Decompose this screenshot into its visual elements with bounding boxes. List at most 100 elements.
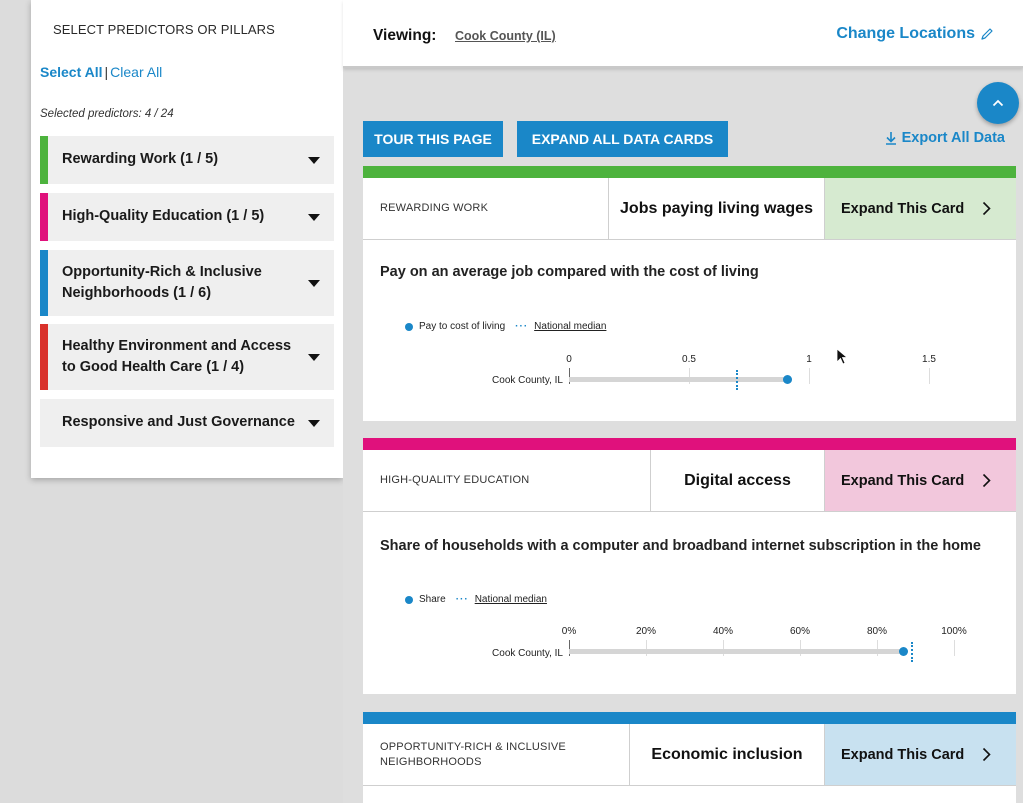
pillar-label: Healthy Environment and Access to Good H… [62, 337, 292, 375]
caret-down-icon[interactable] [308, 353, 320, 361]
predictor-sidebar: SELECT PREDICTORS OR PILLARS Select All |… [31, 0, 343, 478]
download-icon [885, 132, 896, 145]
legend-dot-icon [405, 595, 413, 604]
chevron-right-icon [983, 473, 991, 488]
viewing-location-link[interactable]: Cook County (IL) [455, 29, 556, 43]
pillar-high-quality-education[interactable]: High-Quality Education (1 / 5) [40, 193, 334, 241]
legend-value-label: Pay to cost of living [419, 321, 506, 332]
pillar-label: Responsive and Just Governance [62, 414, 295, 431]
chart-area: 0% 20% 40% 60% 80% 100% [562, 626, 967, 666]
card-header: HIGH-QUALITY EDUCATION Digital access Ex… [363, 450, 1016, 512]
expand-card-label: Expand This Card [841, 200, 965, 217]
caret-down-icon[interactable] [308, 213, 320, 221]
sidebar-title: SELECT PREDICTORS OR PILLARS [53, 22, 275, 37]
card-pillar-line1: OPPORTUNITY-RICH & INCLUSIVE [380, 740, 566, 753]
card-stripe [363, 712, 1016, 724]
expand-card-label: Expand This Card [841, 472, 965, 489]
caret-down-icon[interactable] [308, 156, 320, 164]
axis-tick-label: 1.5 [922, 354, 936, 365]
card-stripe [363, 438, 1016, 450]
pillar-label: High-Quality Education (1 / 5) [62, 208, 265, 225]
pillar-label: Rewarding Work (1 / 5) [62, 151, 219, 168]
chart-title: Pay on an average job compared with the … [380, 264, 759, 280]
tour-page-button[interactable]: TOUR THIS PAGE [363, 121, 503, 157]
value-point[interactable] [899, 647, 909, 656]
data-card-high-quality-education: HIGH-QUALITY EDUCATION Digital access Ex… [363, 438, 1016, 694]
data-card-rewarding-work: REWARDING WORK Jobs paying living wages … [363, 166, 1016, 421]
pillar-color-bar [40, 250, 48, 316]
legend-value-label: Share [419, 594, 446, 605]
national-median-marker[interactable] [736, 370, 738, 390]
axis-tick-label: 0 [566, 354, 572, 365]
card-pillar-name: OPPORTUNITY-RICH & INCLUSIVE NEIGHBORHOO… [363, 724, 630, 785]
select-all-link[interactable]: Select All [40, 64, 103, 80]
export-label: Export All Data [901, 130, 1005, 146]
axis-tick-label: 60% [789, 626, 811, 637]
legend-dash-icon: ··· [515, 321, 529, 332]
card-header: REWARDING WORK Jobs paying living wages … [363, 178, 1016, 240]
mouse-cursor-icon [836, 348, 848, 365]
pillar-color-bar [40, 136, 48, 184]
axis-tick-label: 0% [561, 626, 577, 637]
legend-median-label: National median [474, 594, 547, 605]
expand-all-cards-button[interactable]: EXPAND ALL DATA CARDS [517, 121, 728, 157]
card-indicator-name: Jobs paying living wages [609, 178, 825, 239]
pillar-color-bar [40, 193, 48, 241]
expand-card-button[interactable]: Expand This Card [825, 450, 1016, 511]
axis-tick-label: 100% [941, 626, 967, 637]
card-pillar-line2: NEIGHBORHOODS [380, 755, 482, 768]
axis-tick-label: 40% [712, 626, 734, 637]
select-links: Select All | Clear All [40, 64, 162, 80]
selected-predictors-count: Selected predictors: 4 / 24 [40, 108, 174, 120]
pillar-label: Opportunity-Rich & Inclusive Neighborhoo… [62, 263, 262, 301]
card-pillar-name: HIGH-QUALITY EDUCATION [363, 450, 651, 511]
pillar-color-bar [40, 324, 48, 390]
national-median-marker[interactable] [910, 642, 913, 662]
value-point[interactable] [782, 375, 792, 384]
expand-card-button[interactable]: Expand This Card [825, 178, 1016, 239]
scroll-to-top-button[interactable] [977, 82, 1019, 124]
chart-row-label: Cook County, IL [492, 375, 563, 386]
legend-dot-icon [405, 322, 413, 331]
axis-gridline [809, 368, 810, 384]
axis-gridline [954, 640, 955, 656]
card-indicator-name: Digital access [651, 450, 825, 511]
legend-median-label: National median [534, 321, 607, 332]
clear-all-link[interactable]: Clear All [110, 64, 162, 80]
data-card-opportunity-rich-neighborhoods: OPPORTUNITY-RICH & INCLUSIVE NEIGHBORHOO… [363, 712, 1016, 803]
viewing-label: Viewing: [373, 27, 437, 44]
card-indicator-name: Economic inclusion [630, 724, 825, 785]
value-bar [569, 649, 904, 654]
chart-legend: Share ··· National median [405, 594, 547, 605]
chevron-right-icon [983, 201, 991, 216]
chart-legend: Pay to cost of living ··· National media… [405, 321, 606, 332]
legend-dash-icon: ··· [455, 594, 469, 605]
card-header: OPPORTUNITY-RICH & INCLUSIVE NEIGHBORHOO… [363, 724, 1016, 786]
axis-gridline [929, 368, 930, 384]
pillar-opportunity-rich-neighborhoods[interactable]: Opportunity-Rich & Inclusive Neighborhoo… [40, 250, 334, 316]
pillar-responsive-governance[interactable]: Responsive and Just Governance [40, 399, 334, 447]
change-locations-link[interactable]: Change Locations [836, 25, 994, 43]
pillar-healthy-environment[interactable]: Healthy Environment and Access to Good H… [40, 324, 334, 390]
card-stripe [363, 166, 1016, 178]
chevron-up-icon [992, 99, 1004, 107]
export-all-data-link[interactable]: Export All Data [885, 130, 1005, 146]
chevron-right-icon [983, 747, 991, 762]
chart-title: Share of households with a computer and … [380, 538, 981, 554]
change-locations-label: Change Locations [836, 25, 975, 42]
axis-tick-label: 1 [806, 354, 812, 365]
axis-tick-label: 80% [866, 626, 888, 637]
link-separator: | [104, 64, 109, 80]
expand-card-label: Expand This Card [841, 746, 965, 763]
axis-tick-label: 0.5 [682, 354, 696, 365]
chart-area: 0 0.5 1 1.5 [566, 354, 949, 394]
caret-down-icon[interactable] [308, 419, 320, 427]
card-pillar-name: REWARDING WORK [363, 178, 609, 239]
pencil-icon [981, 28, 993, 40]
caret-down-icon[interactable] [308, 279, 320, 287]
location-header: Viewing: Cook County (IL) Change Locatio… [343, 0, 1023, 68]
expand-card-button[interactable]: Expand This Card [825, 724, 1016, 785]
pillar-rewarding-work[interactable]: Rewarding Work (1 / 5) [40, 136, 334, 184]
axis-tick-label: 20% [635, 626, 657, 637]
value-bar [569, 377, 788, 382]
